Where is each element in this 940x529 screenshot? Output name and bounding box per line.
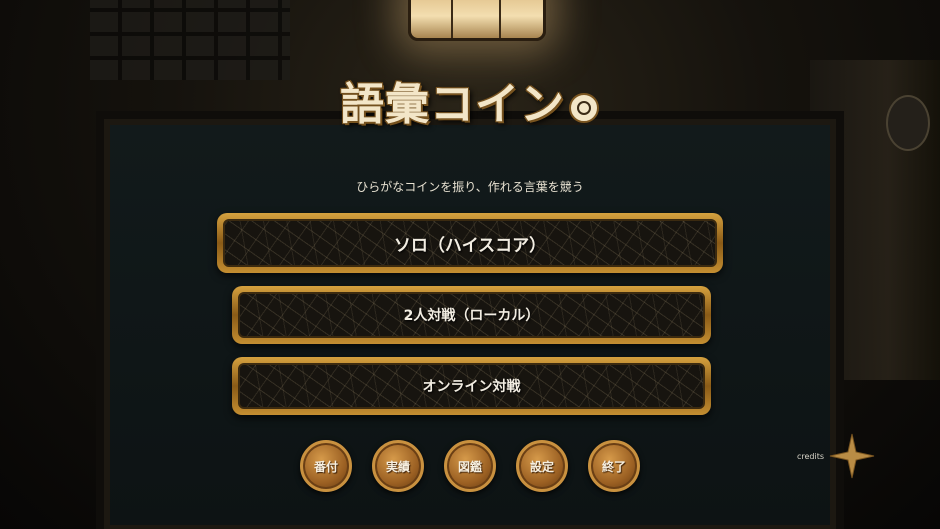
quit-coin-button[interactable]: 終了: [588, 440, 640, 492]
solo-highscore-button[interactable]: ソロ（ハイスコア）: [217, 213, 723, 273]
button-panel: ソロ（ハイスコア）: [223, 219, 717, 267]
shoji-window-decor: [90, 0, 290, 80]
button-panel: 2人対戦（ローカル）: [238, 292, 705, 338]
coin-label: 終了: [601, 459, 626, 474]
tagline: ひらがなコインを振り、作れる言葉を競う: [356, 180, 584, 194]
game-logo: 語彙コイン: [340, 70, 599, 130]
coin-label: 図鑑: [457, 459, 482, 474]
button-label: 2人対戦（ローカル）: [403, 308, 540, 324]
credits-button[interactable]: credits: [797, 432, 876, 480]
button-label: オンライン対戦: [422, 379, 521, 395]
coin-label: 番付: [313, 459, 338, 474]
coin-label: 設定: [529, 459, 554, 474]
title-screen: 語彙コイン ひらがなコインを振り、作れる言葉を競う ソロ（ハイスコア） 2人対戦…: [0, 0, 940, 529]
lantern-decor: [408, 0, 546, 41]
achievements-coin-button[interactable]: 実績: [372, 440, 424, 492]
coin-emblem-icon: [569, 93, 599, 123]
button-label: ソロ（ハイスコア）: [393, 235, 547, 256]
coin-label: 実績: [385, 459, 410, 474]
settings-coin-button[interactable]: 設定: [516, 440, 568, 492]
game-title: 語彙コイン: [340, 79, 565, 130]
credits-label: credits: [797, 451, 825, 461]
ranking-coin-button[interactable]: 番付: [300, 440, 352, 492]
online-versus-button[interactable]: オンライン対戦: [232, 357, 711, 415]
encyclopedia-coin-button[interactable]: 図鑑: [444, 440, 496, 492]
family-crest-icon: [886, 95, 930, 151]
star-icon: [829, 433, 875, 479]
button-panel: オンライン対戦: [238, 363, 705, 409]
local-versus-button[interactable]: 2人対戦（ローカル）: [232, 286, 711, 344]
